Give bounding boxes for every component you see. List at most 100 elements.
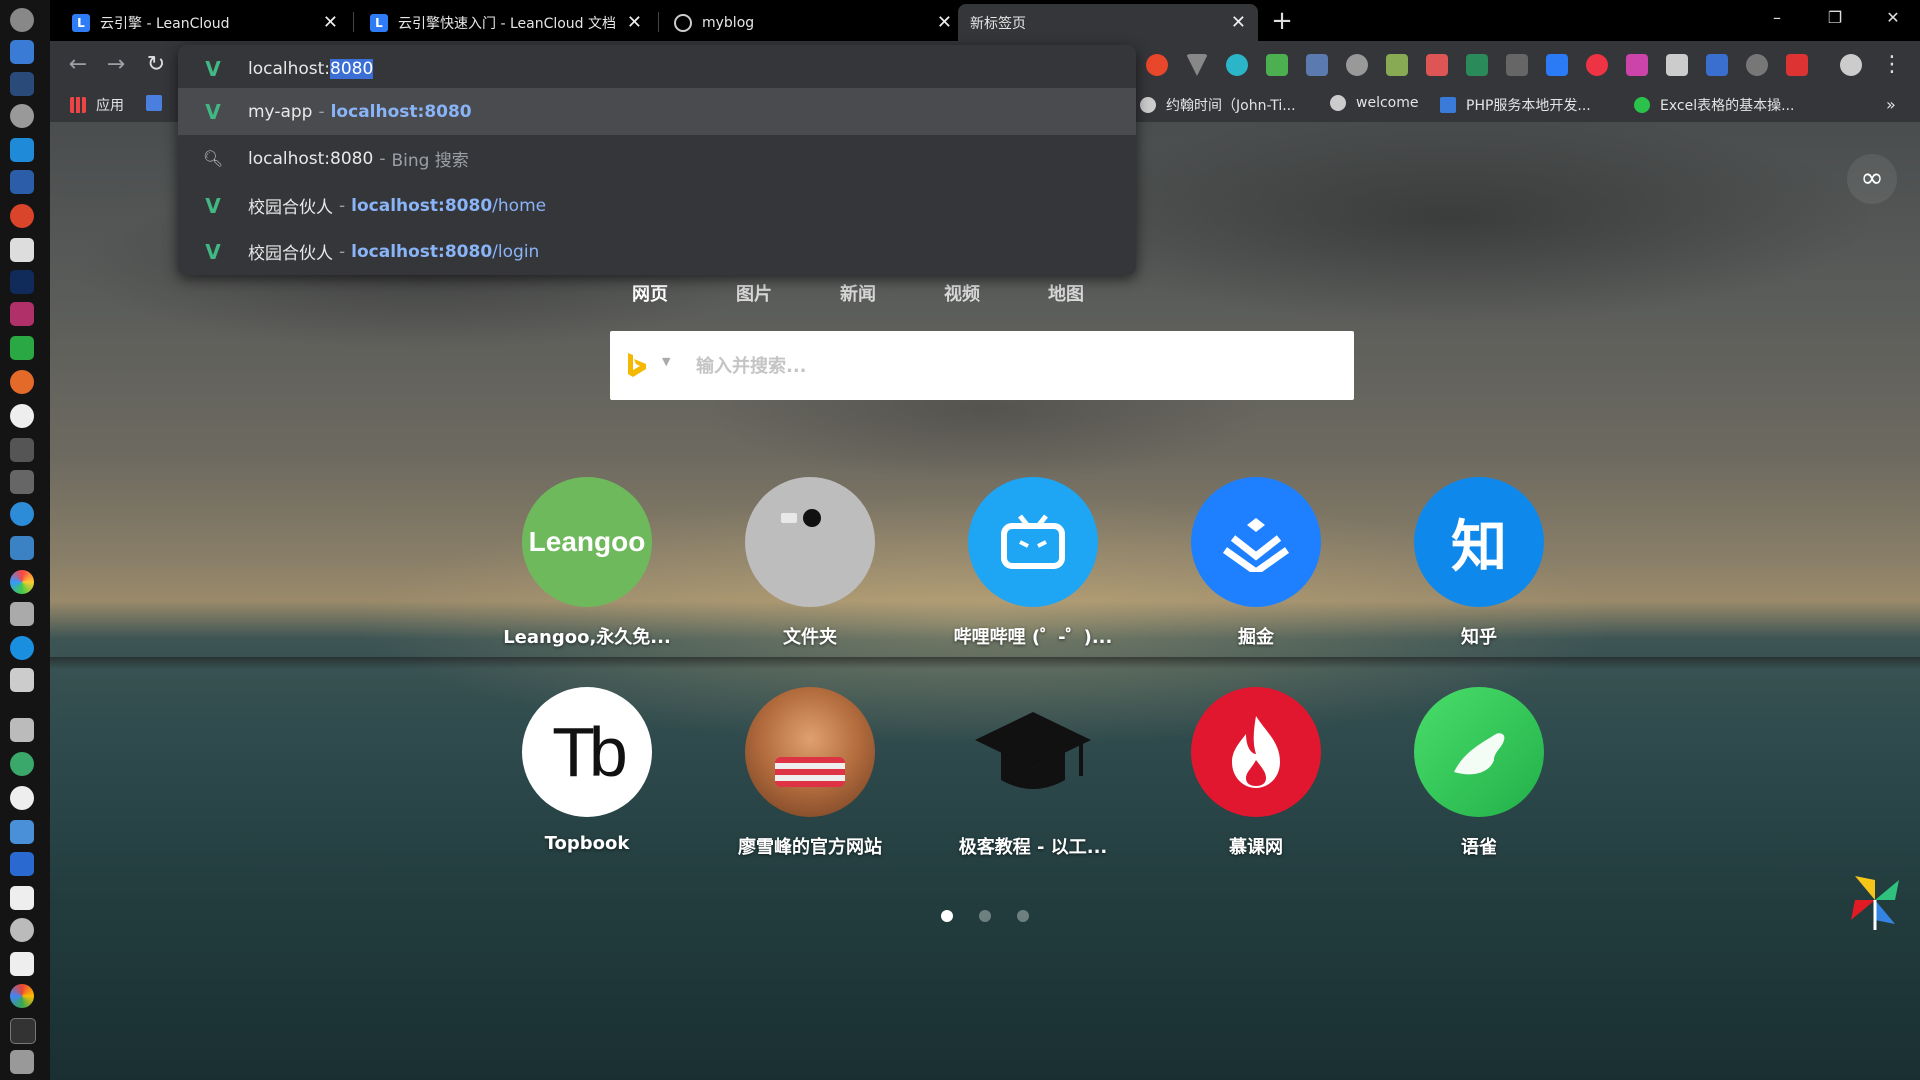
- bookmark-excel[interactable]: Excel表格的基本操...: [1634, 95, 1794, 115]
- vscode-icon[interactable]: [10, 138, 34, 162]
- extension-icon[interactable]: [1546, 54, 1568, 76]
- tab-myblog[interactable]: myblog ✕: [662, 4, 964, 41]
- page-dot[interactable]: [979, 910, 991, 922]
- trash-icon[interactable]: [10, 1050, 34, 1074]
- store-icon[interactable]: [10, 852, 34, 876]
- file-icon[interactable]: [10, 886, 34, 910]
- extension-icon[interactable]: [1426, 54, 1448, 76]
- extension-icon[interactable]: [1466, 54, 1488, 76]
- address-input[interactable]: localhost:8080: [248, 58, 374, 79]
- file-icon[interactable]: [10, 952, 34, 976]
- extension-icon[interactable]: [1346, 54, 1368, 76]
- site-tile-topbook[interactable]: Tb Topbook: [477, 687, 697, 854]
- close-window-button[interactable]: ✕: [1878, 8, 1908, 27]
- suggestion-item[interactable]: V 校园合伙人 - localhost:8080/login: [178, 228, 1136, 275]
- site-tile-zhihu[interactable]: 知 知乎: [1369, 477, 1589, 649]
- page-dot[interactable]: [1017, 910, 1029, 922]
- bookmark-john-time[interactable]: 约翰时间（John-Ti...: [1140, 95, 1296, 115]
- app-icon[interactable]: [10, 636, 34, 660]
- search-tab-images[interactable]: 图片: [736, 280, 772, 306]
- vue-devtools-icon[interactable]: [1186, 54, 1208, 76]
- site-tile-yuque[interactable]: 语雀: [1369, 687, 1589, 859]
- infinity-button[interactable]: ∞: [1847, 154, 1897, 204]
- extension-icon[interactable]: [1586, 54, 1608, 76]
- bookmark-translate[interactable]: [146, 95, 172, 111]
- address-bar[interactable]: V localhost:8080: [178, 45, 1136, 92]
- tab-leancloud[interactable]: L 云引擎 - LeanCloud ✕: [60, 4, 350, 41]
- color-icon[interactable]: [10, 570, 34, 594]
- site-tile-folder[interactable]: 文件夹: [700, 477, 920, 649]
- tab-leancloud-docs[interactable]: L 云引擎快速入门 - LeanCloud 文档 ✕: [358, 4, 654, 41]
- app-icon[interactable]: [10, 536, 34, 560]
- site-tile-juejin[interactable]: 掘金: [1146, 477, 1366, 649]
- engine-dropdown-icon[interactable]: ▼: [662, 355, 670, 368]
- chrome-icon[interactable]: [10, 984, 34, 1008]
- close-icon[interactable]: ✕: [323, 12, 338, 33]
- typora-icon[interactable]: [10, 238, 34, 262]
- search-icon[interactable]: [10, 502, 34, 526]
- search-tab-maps[interactable]: 地图: [1048, 280, 1084, 306]
- app-icon[interactable]: [10, 438, 34, 462]
- jetbrains-icon[interactable]: [10, 302, 34, 326]
- pinwheel-icon[interactable]: [1845, 870, 1905, 930]
- site-tile-liaoxuefeng[interactable]: 廖雪峰的官方网站: [700, 687, 920, 859]
- site-tile-bilibili[interactable]: 哔哩哔哩 (゜-゜)...: [923, 477, 1143, 649]
- bing-icon[interactable]: [626, 353, 648, 377]
- bookmark-welcome[interactable]: welcome: [1330, 95, 1418, 111]
- app-icon[interactable]: [10, 602, 34, 626]
- bookmark-icon[interactable]: [1506, 54, 1528, 76]
- extension-icon[interactable]: [1666, 54, 1688, 76]
- search-input[interactable]: [694, 345, 1338, 387]
- photoshop-icon[interactable]: [10, 270, 34, 294]
- monitor-icon[interactable]: [10, 820, 34, 844]
- settings-icon[interactable]: [10, 918, 34, 942]
- suggestion-item[interactable]: 🔍︎ localhost:8080 - Bing 搜索: [178, 135, 1136, 182]
- app-icon[interactable]: [10, 170, 34, 194]
- extension-icon[interactable]: [1386, 54, 1408, 76]
- app-icon[interactable]: [10, 786, 34, 810]
- search-tab-video[interactable]: 视频: [944, 280, 980, 306]
- extension-icon[interactable]: [1226, 54, 1248, 76]
- extension-icon[interactable]: [1786, 54, 1808, 76]
- terminal-icon[interactable]: [10, 1018, 36, 1044]
- bookmarks-more-button[interactable]: »: [1886, 95, 1896, 114]
- app-icon[interactable]: [10, 668, 34, 692]
- app-icon[interactable]: [10, 72, 34, 96]
- extension-icon[interactable]: [1626, 54, 1648, 76]
- forward-arrow-icon[interactable]: →: [102, 51, 130, 79]
- app-icon[interactable]: [10, 104, 34, 128]
- close-icon[interactable]: ✕: [937, 12, 952, 33]
- extension-icon[interactable]: [1146, 54, 1168, 76]
- tools-icon[interactable]: [10, 718, 34, 742]
- site-tile-imooc[interactable]: 慕课网: [1146, 687, 1366, 859]
- app-icon[interactable]: [10, 8, 34, 32]
- hbuilder-icon[interactable]: [10, 336, 34, 360]
- app-icon[interactable]: [10, 40, 34, 64]
- search-tab-news[interactable]: 新闻: [840, 280, 876, 306]
- shield-icon[interactable]: [1306, 54, 1328, 76]
- site-tile-geek-tutorial[interactable]: 极客教程 - 以工...: [923, 687, 1143, 859]
- app-icon[interactable]: [10, 370, 34, 394]
- app-icon[interactable]: [10, 404, 34, 428]
- new-tab-button[interactable]: +: [1266, 6, 1298, 36]
- close-icon[interactable]: ✕: [1231, 12, 1246, 33]
- suggestion-item[interactable]: V 校园合伙人 - localhost:8080/home: [178, 182, 1136, 229]
- extension-icon[interactable]: [1266, 54, 1288, 76]
- menu-icon[interactable]: ⋮: [1878, 51, 1906, 79]
- bookmark-apps[interactable]: 应用: [70, 95, 124, 115]
- minimize-button[interactable]: –: [1762, 8, 1792, 27]
- tab-new-tab[interactable]: 新标签页 ✕: [958, 4, 1258, 41]
- back-arrow-icon[interactable]: ←: [64, 51, 92, 79]
- bookmark-php[interactable]: PHP服务本地开发...: [1440, 95, 1591, 115]
- maximize-button[interactable]: ❐: [1820, 8, 1850, 27]
- profile-icon[interactable]: [1840, 54, 1862, 76]
- app-icon[interactable]: [10, 470, 34, 494]
- page-dot[interactable]: [941, 910, 953, 922]
- reload-icon[interactable]: ↻: [142, 51, 170, 79]
- extension-icon[interactable]: [1706, 54, 1728, 76]
- site-tile-leangoo[interactable]: Leangoo Leangoo,永久免...: [477, 477, 697, 649]
- app-icon[interactable]: [10, 204, 34, 228]
- extension-icon[interactable]: [1746, 54, 1768, 76]
- suggestion-item[interactable]: V my-app - localhost:8080: [178, 88, 1136, 135]
- search-tab-web[interactable]: 网页: [632, 280, 668, 306]
